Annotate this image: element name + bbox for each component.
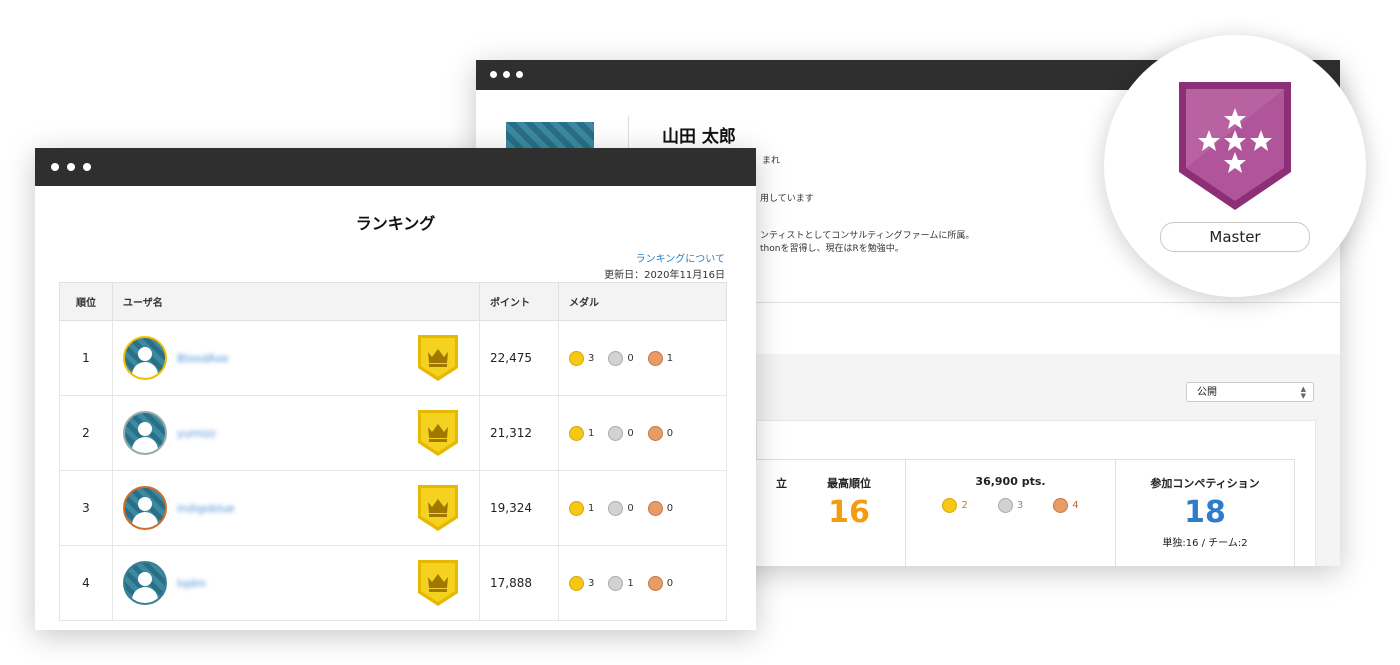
column-header-rank[interactable]: 順位 [59,282,113,321]
avatar[interactable] [123,336,167,380]
bronze-count: 0 [666,427,674,439]
user-cell: indigoblue [112,470,480,546]
best-rank-value: 16 [828,495,870,530]
silver-count: 0 [627,352,634,364]
profile-line: 用しています [760,194,814,204]
username-link[interactable]: indigoblue [177,502,235,515]
window-titlebar [35,148,756,186]
about-ranking-link[interactable]: ランキングについて [636,250,725,265]
best-rank-label: 最高順位 [827,477,871,490]
medal-summary: 2 3 4 [906,498,1115,513]
points-cell: 22,475 [479,320,559,396]
medals-cell: 1 0 0 [558,395,727,471]
silver-count: 3 [1016,500,1024,511]
bronze-count: 1 [666,352,674,364]
user-cell: tqdm [112,545,480,621]
column-header-medals[interactable]: メダル [558,282,727,321]
gold-medal-icon [569,350,584,366]
stats-panel: 立 最高順位 16 36,900 pts. 2 3 4 参加コンペティション 1… [737,420,1316,566]
visibility-value: 公開 [1197,387,1217,398]
updated-date: 更新日：2020年11月16日 [604,270,725,281]
rank-cell: 1 [59,320,113,396]
points-label: 36,900 pts. [975,475,1046,488]
medals-cell: 3 0 1 [558,320,727,396]
gold-medal-icon [569,425,584,441]
points-cell: 21,312 [479,395,559,471]
crown-rank-badge-icon [418,335,458,381]
crown-rank-badge-icon [418,410,458,456]
user-cell: BloodAxe [112,320,480,396]
profile-line: まれ [762,156,781,166]
crown-rank-badge-icon [418,560,458,606]
table-row[interactable]: 1 BloodAxe 22,475 3 0 1 [59,320,727,396]
bronze-medal-icon [647,350,663,366]
bronze-count: 4 [1072,500,1079,511]
select-arrows-icon: ▲ ▼ [1300,385,1306,400]
rank-cell: 4 [59,545,113,621]
points-cell: 17,888 [479,545,559,621]
crown-rank-badge-icon [418,485,458,531]
avatar[interactable] [123,411,167,455]
silver-count: 0 [627,502,634,514]
silver-medal-icon [608,425,624,441]
profile-name: 山田 太郎 [662,127,736,147]
silver-count: 1 [627,577,634,589]
competitions-breakdown: 単独:16 / チーム:2 [1162,538,1248,549]
bronze-medal-icon [647,575,663,591]
visibility-select[interactable]: 公開 ▲ ▼ [1186,382,1314,402]
medals-cell: 3 1 0 [558,545,727,621]
table-row[interactable]: 3 indigoblue 19,324 1 0 0 [59,470,727,546]
silver-medal-icon [608,500,624,516]
bronze-medal-icon [1053,498,1069,513]
medals-cell: 1 0 0 [558,470,727,546]
username-link[interactable]: yumizz [177,427,216,440]
points-cell: 19,324 [479,470,559,546]
gold-count: 3 [588,352,595,364]
master-rank-badge-icon [1179,82,1291,210]
profile-line: thonを習得し、現在はRを勉強中。 [760,244,904,254]
competitions-label: 参加コンペティション [1150,477,1260,490]
gold-count: 2 [961,500,968,511]
ranking-table: 順位 ユーザ名 ポイント メダル 1 BloodAxe 22,475 3 0 1… [59,282,727,621]
master-badge-callout: Master [1104,35,1366,297]
column-header-user[interactable]: ユーザ名 [112,282,480,321]
page-title: ランキング [355,214,436,233]
bronze-count: 0 [666,577,674,589]
column-header-points[interactable]: ポイント [479,282,559,321]
username-link[interactable]: BloodAxe [177,352,229,365]
gold-count: 1 [588,502,595,514]
table-row[interactable]: 4 tqdm 17,888 3 1 0 [59,545,727,621]
competitions-card: 参加コンペティション 18 単独:16 / チーム:2 [1116,459,1295,566]
master-label: Master [1160,222,1310,252]
gold-medal-icon [569,500,584,516]
avatar[interactable] [123,561,167,605]
ranking-window: ランキング ランキングについて 更新日：2020年11月16日 順位 ユーザ名 … [35,148,756,630]
rank-cell: 2 [59,395,113,471]
gold-medal-icon [942,498,958,513]
profile-line: ンティストとしてコンサルティングファームに所属。 [760,231,975,241]
silver-medal-icon [608,575,624,591]
avatar[interactable] [123,486,167,530]
username-link[interactable]: tqdm [177,577,206,590]
user-cell: yumizz [112,395,480,471]
bronze-medal-icon [647,425,663,441]
competitions-value: 18 [1184,495,1226,530]
window-controls[interactable] [490,71,523,78]
bronze-medal-icon [647,500,663,516]
gold-count: 1 [588,427,595,439]
bronze-count: 0 [666,502,674,514]
points-card: 36,900 pts. 2 3 4 [906,459,1116,566]
table-header: 順位 ユーザ名 ポイント メダル [59,282,727,321]
gold-medal-icon [569,575,584,591]
silver-medal-icon [608,350,624,366]
table-row[interactable]: 2 yumizz 21,312 1 0 0 [59,395,727,471]
gold-count: 3 [588,577,595,589]
best-rank-card: 最高順位 16 [793,459,906,566]
silver-medal-icon [997,498,1013,513]
window-controls[interactable] [51,163,91,171]
silver-count: 0 [627,427,634,439]
rank-cell: 3 [59,470,113,546]
